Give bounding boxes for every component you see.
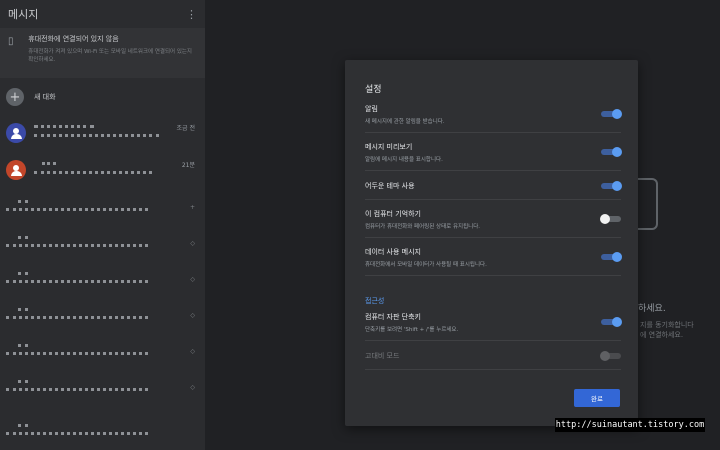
conversation-item[interactable]: 21분 — [0, 155, 205, 187]
settings-dialog: 설정 알림 새 메시지에 관한 알림을 받습니다. 메시지 미리보기 알림에 메… — [345, 60, 638, 426]
phone-disconnected-icon: ▯ — [8, 36, 14, 47]
conversation-item[interactable]: ◇ — [0, 338, 205, 366]
notifications-toggle[interactable] — [601, 109, 622, 119]
setting-desc: 컴퓨터가 휴대전화와 페어링된 상태로 유지됩니다. — [365, 224, 481, 230]
setting-data-usage: 데이터 사용 메시지 휴대전화에서 모바일 데이터가 사용될 때 표시됩니다. — [365, 247, 622, 268]
data-usage-toggle[interactable] — [601, 252, 622, 262]
sidebar: 메시지 ⋮ ▯ 휴대전화에 연결되어 있지 않음 휴대전화가 켜져 있으며 Wi… — [0, 0, 205, 450]
setting-remember-computer: 이 컴퓨터 기억하기 컴퓨터가 휴대전화와 페어링된 상태로 유지됩니다. — [365, 209, 621, 230]
accessibility-section-title: 접근성 — [365, 297, 385, 305]
setting-desc: 새 메시지에 관한 알림을 받습니다. — [365, 119, 445, 125]
blurred-contact-name — [34, 125, 94, 129]
setting-dark-theme: 어두운 테마 사용 — [365, 181, 622, 191]
message-preview-toggle[interactable] — [601, 147, 622, 157]
setting-keyboard-shortcuts: 컴퓨터 자판 단축키 단축키를 보려면 'Shift + /'를 누르세요. — [365, 312, 622, 333]
watermark-url: http://suinautant.tistory.com — [555, 418, 705, 432]
remember-computer-toggle[interactable] — [600, 214, 621, 224]
new-chat-label: 새 대화 — [34, 93, 56, 101]
contact-avatar-icon — [6, 160, 26, 180]
banner-subtitle: 휴대전화가 켜져 있으며 Wi-Fi 또는 모바일 네트워크에 연결되어 있는지… — [28, 49, 192, 63]
conversation-item[interactable]: ◇ — [0, 266, 205, 294]
plus-icon: + — [6, 88, 24, 106]
more-options-icon[interactable]: ⋮ — [186, 9, 197, 20]
setting-desc: 알림에 메시지 내용을 표시합니다. — [365, 157, 443, 163]
dialog-title: 설정 — [365, 85, 382, 95]
keyboard-shortcuts-toggle[interactable] — [601, 317, 622, 327]
setting-label: 어두운 테마 사용 — [365, 182, 415, 190]
blurred-contact-name — [42, 162, 56, 166]
laptop-illustration-icon — [636, 178, 658, 230]
conversation-time: 조금 전 — [176, 125, 195, 132]
high-contrast-toggle[interactable] — [600, 351, 621, 361]
blurred-message-preview — [34, 171, 152, 175]
setting-label: 알림 — [365, 105, 378, 113]
new-chat-button[interactable]: + 새 대화 — [0, 85, 205, 109]
setting-label: 메시지 미리보기 — [365, 143, 413, 151]
blurred-message-preview — [34, 134, 159, 138]
conversation-item[interactable]: 조금 전 — [0, 118, 205, 150]
setting-message-preview: 메시지 미리보기 알림에 메시지 내용을 표시합니다. — [365, 142, 622, 163]
connection-banner: ▯ 휴대전화에 연결되어 있지 않음 휴대전화가 켜져 있으며 Wi-Fi 또는… — [0, 28, 205, 78]
setting-label: 이 컴퓨터 기억하기 — [365, 210, 421, 218]
conversation-item[interactable]: ◇ — [0, 374, 205, 402]
setting-desc: 휴대전화에서 모바일 데이터가 사용될 때 표시됩니다. — [365, 262, 487, 268]
app-title: 메시지 — [8, 8, 39, 21]
conversation-item[interactable]: ◇ — [0, 302, 205, 330]
contact-avatar-icon — [6, 123, 26, 143]
setting-label: 컴퓨터 자판 단축키 — [365, 313, 421, 321]
background-hint-subtitle: 지를 동기화합니다 에 연결하세요. — [640, 321, 694, 339]
setting-high-contrast: 고대비 모드 — [365, 351, 621, 361]
background-hint-title: 하세요. — [638, 304, 666, 314]
conversation-item[interactable] — [0, 418, 205, 446]
setting-desc: 단축키를 보려면 'Shift + /'를 누르세요. — [365, 327, 459, 333]
conversation-item[interactable]: ◇ — [0, 230, 205, 258]
dark-theme-toggle[interactable] — [601, 181, 622, 191]
conversation-item[interactable]: + — [0, 194, 205, 222]
messages-app: 메시지 ⋮ ▯ 휴대전화에 연결되어 있지 않음 휴대전화가 켜져 있으며 Wi… — [0, 0, 720, 450]
done-button[interactable]: 완료 — [574, 389, 620, 407]
setting-label: 고대비 모드 — [365, 352, 400, 360]
conversation-time: 21분 — [181, 162, 195, 169]
banner-title: 휴대전화에 연결되어 있지 않음 — [28, 35, 119, 43]
setting-label: 데이터 사용 메시지 — [365, 248, 421, 256]
setting-notifications: 알림 새 메시지에 관한 알림을 받습니다. — [365, 104, 622, 125]
sidebar-header: 메시지 ⋮ — [0, 0, 205, 28]
